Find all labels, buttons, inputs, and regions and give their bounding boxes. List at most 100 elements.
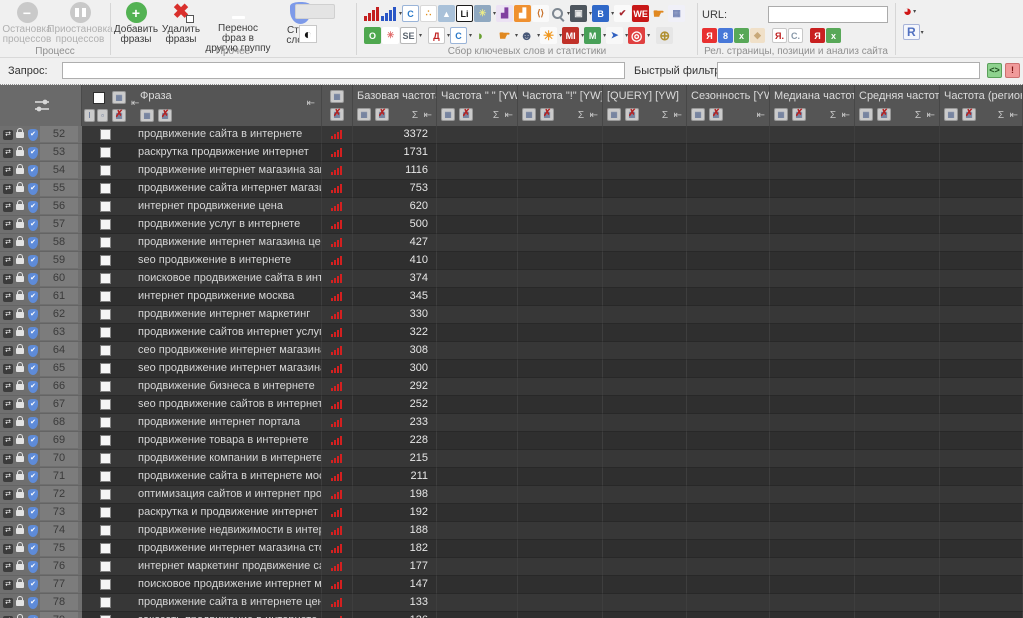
phrase-cell[interactable]: продвижение услуг в интернете [82, 216, 322, 234]
lock-icon[interactable] [16, 362, 24, 372]
shield-check-icon[interactable]: ✔ [28, 255, 38, 267]
lock-icon[interactable] [16, 434, 24, 444]
lock-icon[interactable] [16, 578, 24, 588]
lock-icon[interactable] [16, 146, 24, 156]
table-row[interactable]: ⇄ ✔ 55 продвижение сайта интернет магази… [0, 180, 1023, 198]
filter-edit-icon[interactable]: ▦ [774, 108, 788, 121]
lock-icon[interactable] [16, 596, 24, 606]
phrase-cell[interactable]: продвижение бизнеса в интернете [82, 378, 322, 396]
flame-icon[interactable]: ✳ [382, 27, 399, 44]
table-row[interactable]: ⇄ ✔ 68 продвижение интернет портала 233 [0, 414, 1023, 432]
spy-icon[interactable]: ☻ [518, 27, 535, 44]
row-checkbox[interactable] [100, 399, 111, 410]
column-header[interactable]: Медиана частот ▦ ▦ ✗ Σ ⇤ [770, 85, 855, 126]
table-row[interactable]: ⇄ ✔ 53 раскрутка продвижение интернет 17… [0, 144, 1023, 162]
collector-c-icon[interactable]: C [402, 5, 420, 22]
g-blue-icon[interactable]: C [450, 27, 468, 44]
stats-icon-column-header[interactable]: ▦ ▦ ✗ [322, 85, 353, 126]
disabled-tool-button[interactable] [295, 4, 335, 19]
lock-icon[interactable] [16, 470, 24, 480]
shield-check-icon[interactable]: ✔ [28, 579, 38, 591]
filter-edit-icon[interactable]: ▦ [691, 108, 705, 121]
phrase-cell[interactable]: сео продвижение интернет магазина [82, 342, 322, 360]
refresh-icon[interactable]: ⇄ [3, 184, 13, 194]
filter-edit-icon[interactable]: ▦ [607, 108, 621, 121]
phrase-cell[interactable]: продвижение товара в интернете [82, 432, 322, 450]
refresh-icon[interactable]: ⇄ [3, 148, 13, 158]
lock-icon[interactable] [16, 416, 24, 426]
table-row[interactable]: ⇄ ✔ 79 заказать продвижение в интернете … [0, 612, 1023, 618]
column-header[interactable]: Сезонность [YW ▦ ▦ ✗ ⇤ [687, 85, 770, 126]
filter-edit-icon[interactable]: ▦ [859, 108, 873, 121]
delete-phrases-button[interactable]: ✖ Удалить фразы [159, 2, 203, 45]
row-checkbox[interactable] [100, 363, 111, 374]
shield-check-icon[interactable]: ✔ [28, 507, 38, 519]
direct-d-icon[interactable]: Д [428, 27, 446, 44]
filter-edit-icon[interactable]: ▦ [112, 91, 126, 104]
shield-check-icon[interactable]: ✔ [28, 327, 38, 339]
shield-check-icon[interactable]: ✔ [28, 525, 38, 537]
row-checkbox[interactable] [100, 525, 111, 536]
table-row[interactable]: ⇄ ✔ 66 продвижение бизнеса в интернете 2… [0, 378, 1023, 396]
pin-icon[interactable]: ⇤ [927, 110, 935, 121]
shield-check-icon[interactable]: ✔ [28, 381, 38, 393]
phrase-cell[interactable]: продвижение сайтов интернет услуги [82, 324, 322, 342]
row-checkbox[interactable] [100, 147, 111, 158]
table-row[interactable]: ⇄ ✔ 67 seo продвижение сайтов в интернет… [0, 396, 1023, 414]
phrase-cell[interactable]: интернет продвижение москва [82, 288, 322, 306]
shield-check-icon[interactable]: ✔ [28, 165, 38, 177]
url-input[interactable] [768, 6, 888, 23]
screenshot-icon[interactable]: ▣ [570, 5, 588, 22]
select-all-checkbox[interactable] [93, 92, 105, 104]
eraser-icon[interactable]: ◆ [750, 28, 765, 43]
refresh-icon[interactable]: ⇄ [3, 436, 13, 446]
phrase-cell[interactable]: продвижение интернет магазина цена [82, 234, 322, 252]
row-checkbox[interactable] [100, 453, 111, 464]
table-row[interactable]: ⇄ ✔ 69 продвижение товара в интернете 22… [0, 432, 1023, 450]
filter-clear-icon[interactable]: ▦ ✗ [459, 108, 473, 121]
lock-icon[interactable] [16, 254, 24, 264]
row-checkbox[interactable] [100, 381, 111, 392]
table-row[interactable]: ⇄ ✔ 59 seo продвижение в интернете 410 [0, 252, 1023, 270]
chart-purple-icon[interactable]: ▟ [496, 5, 514, 22]
sum-icon[interactable]: Σ [915, 110, 921, 121]
hand-icon[interactable]: ☛ [650, 5, 667, 22]
table-row[interactable]: ⇄ ✔ 73 раскрутка и продвижение интернет … [0, 504, 1023, 522]
row-checkbox[interactable] [100, 201, 111, 212]
lock-icon[interactable] [16, 164, 24, 174]
sum-icon[interactable]: Σ [998, 110, 1004, 121]
filter-clear-icon[interactable]: ▦ ✗ [877, 108, 891, 121]
lock-icon[interactable] [16, 506, 24, 516]
shield-check-icon[interactable]: ✔ [28, 417, 38, 429]
red-check-icon[interactable]: ✔ [614, 5, 632, 22]
yandex-red-icon[interactable]: Я [702, 28, 717, 43]
shield-check-icon[interactable]: ✔ [28, 291, 38, 303]
alert-filter-button[interactable]: ! [1005, 63, 1020, 78]
phrase-cell[interactable]: раскрутка и продвижение интернет мага [82, 504, 322, 522]
table-row[interactable]: ⇄ ✔ 65 seo продвижение интернет магазина… [0, 360, 1023, 378]
phrase-cell[interactable]: заказать продвижение в интернете [82, 612, 322, 618]
lock-icon[interactable] [16, 308, 24, 318]
column-header[interactable]: [QUERY] [YW] ▦ ▦ ✗ Σ ⇤ [603, 85, 687, 126]
phrase-cell[interactable]: seo продвижение сайтов в интернете [82, 396, 322, 414]
phrase-cell[interactable]: продвижение компании в интернете [82, 450, 322, 468]
table-row[interactable]: ⇄ ✔ 60 поисковое продвижение сайта в инт… [0, 270, 1023, 288]
shield-check-icon[interactable]: ✔ [28, 147, 38, 159]
pin-icon[interactable]: ⇤ [842, 110, 850, 121]
lock-icon[interactable] [16, 380, 24, 390]
row-checkbox[interactable] [100, 579, 111, 590]
table-row[interactable]: ⇄ ✔ 61 интернет продвижение москва 345 [0, 288, 1023, 306]
contrast-toggle-button[interactable]: ◐ [299, 25, 317, 43]
row-checkbox[interactable] [100, 219, 111, 230]
pause-processes-button[interactable]: Приостановка процессов [47, 2, 113, 45]
table-row[interactable]: ⇄ ✔ 54 продвижение интернет магазина зак… [0, 162, 1023, 180]
serp-icon[interactable]: SE [400, 27, 417, 44]
table-row[interactable]: ⇄ ✔ 63 продвижение сайтов интернет услуг… [0, 324, 1023, 342]
table-row[interactable]: ⇄ ✔ 56 интернет продвижение цена 620 [0, 198, 1023, 216]
refresh-icon[interactable]: ⇄ [3, 328, 13, 338]
refresh-icon[interactable]: ⇄ [3, 580, 13, 590]
lock-icon[interactable] [16, 236, 24, 246]
picture-icon[interactable]: ▲ [438, 5, 456, 22]
table-row[interactable]: ⇄ ✔ 70 продвижение компании в интернете … [0, 450, 1023, 468]
pacman-icon[interactable]: ◕ [903, 4, 912, 19]
